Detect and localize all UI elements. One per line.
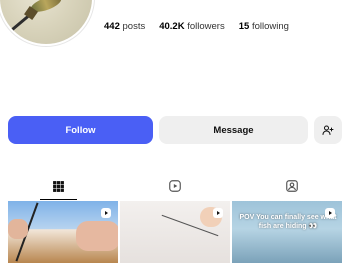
stat-posts-value: 442 — [104, 21, 120, 32]
stat-following[interactable]: 15 following — [239, 21, 289, 32]
hand-shape — [76, 221, 118, 251]
stat-following-value: 15 — [238, 21, 250, 32]
post-thumbnail[interactable] — [120, 201, 230, 263]
stat-following-label: following — [251, 21, 289, 32]
tab-posts-grid[interactable] — [0, 172, 117, 200]
stat-posts[interactable]: 442 posts — [104, 21, 145, 32]
stat-followers-value: 40.2K — [159, 21, 185, 32]
profile-avatar[interactable] — [0, 0, 92, 44]
reel-badge-icon — [325, 208, 335, 218]
profile-actions: Follow Message — [8, 116, 342, 144]
profile-tabs — [0, 172, 350, 200]
post-thumbnail[interactable] — [8, 201, 118, 263]
post-thumbnail[interactable]: POV You can finally see what fish are hi… — [232, 201, 342, 263]
tab-reels[interactable] — [117, 172, 234, 200]
profile-stats: 442 posts 40.2K followers 15 following — [104, 21, 289, 32]
person-add-icon — [322, 125, 334, 135]
message-button[interactable]: Message — [159, 116, 308, 144]
tagged-icon — [285, 180, 298, 192]
posts-grid: POV You can finally see what fish are hi… — [8, 201, 342, 263]
post-caption: POV You can finally see what fish are hi… — [239, 214, 337, 230]
stat-followers[interactable]: 40.2K followers — [159, 21, 225, 32]
stat-followers-label: followers — [187, 21, 225, 32]
grid-icon — [52, 180, 64, 192]
follow-button[interactable]: Follow — [8, 116, 153, 144]
reel-badge-icon — [101, 208, 111, 218]
hand-shape — [8, 219, 28, 239]
suggested-users-button[interactable] — [314, 116, 342, 144]
tab-tagged[interactable] — [233, 172, 350, 200]
stat-posts-label: posts — [122, 21, 146, 32]
reels-icon — [169, 180, 181, 192]
reel-badge-icon — [213, 208, 223, 218]
